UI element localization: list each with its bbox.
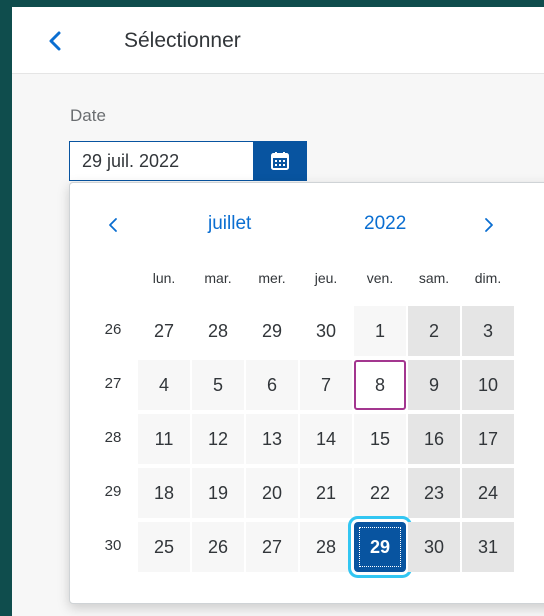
weekday-header: ven. — [366, 270, 394, 286]
day-cell[interactable]: 27 — [246, 522, 298, 572]
weekday-header: lun. — [152, 270, 176, 286]
day-cell[interactable]: 30 — [408, 522, 460, 572]
day-cell[interactable]: 31 — [462, 522, 514, 572]
day-cell[interactable]: 19 — [192, 468, 244, 518]
back-button[interactable] — [44, 29, 68, 53]
day-cell[interactable]: 3 — [462, 306, 514, 356]
month-button[interactable]: juillet — [208, 213, 251, 235]
day-cell[interactable]: 21 — [300, 468, 352, 518]
selected-day[interactable]: 29 — [354, 522, 406, 572]
next-month-button[interactable] — [476, 213, 500, 237]
day-cell[interactable]: 1 — [354, 306, 406, 356]
week-number: 29 — [104, 483, 122, 500]
page-header: Sélectionner — [12, 7, 544, 74]
chevron-right-icon — [485, 218, 493, 232]
day-cell[interactable]: 14 — [300, 414, 352, 464]
day-cell[interactable]: 26 — [192, 522, 244, 572]
day-cell[interactable]: 20 — [246, 468, 298, 518]
weekday-header: mer. — [258, 270, 286, 286]
day-cell[interactable]: 16 — [408, 414, 460, 464]
day-cell[interactable]: 12 — [192, 414, 244, 464]
day-cell[interactable]: 13 — [246, 414, 298, 464]
day-cell[interactable]: 22 — [354, 468, 406, 518]
day-cell[interactable]: 6 — [246, 360, 298, 410]
day-cell[interactable]: 5 — [192, 360, 244, 410]
week-number: 30 — [104, 537, 122, 554]
weekday-header: sam. — [418, 270, 450, 286]
day-cell[interactable]: 24 — [462, 468, 514, 518]
day-cell[interactable]: 15 — [354, 414, 406, 464]
day-cell[interactable]: 27 — [138, 306, 190, 356]
day-cell[interactable]: 28 — [192, 306, 244, 356]
day-cell[interactable]: 11 — [138, 414, 190, 464]
week-number: 26 — [104, 321, 122, 338]
day-cell[interactable]: 30 — [300, 306, 352, 356]
date-label: Date — [70, 106, 106, 125]
calendar-popover: juillet 2022 lun. mar. mer. jeu. ven. sa… — [69, 182, 544, 604]
chevron-left-icon — [49, 31, 61, 51]
year-button[interactable]: 2022 — [364, 213, 406, 235]
today-day[interactable]: 8 — [354, 360, 406, 410]
day-cell[interactable]: 28 — [300, 522, 352, 572]
day-cell[interactable]: 7 — [300, 360, 352, 410]
week-number: 27 — [104, 375, 122, 392]
week-number: 28 — [104, 429, 122, 446]
chevron-left-icon — [109, 218, 117, 232]
day-cell[interactable]: 25 — [138, 522, 190, 572]
calendar-icon — [271, 152, 289, 170]
day-cell[interactable]: 17 — [462, 414, 514, 464]
date-input[interactable]: 29 juil. 2022 — [69, 141, 253, 181]
weekday-header: dim. — [474, 270, 502, 286]
weekday-header: mar. — [204, 270, 232, 286]
previous-month-button[interactable] — [102, 213, 126, 237]
day-cell[interactable]: 4 — [138, 360, 190, 410]
calendar-button[interactable] — [253, 141, 307, 181]
day-cell[interactable]: 2 — [408, 306, 460, 356]
weekday-header: jeu. — [314, 270, 338, 286]
day-cell[interactable]: 29 — [246, 306, 298, 356]
day-cell[interactable]: 10 — [462, 360, 514, 410]
day-cell[interactable]: 9 — [408, 360, 460, 410]
page-title: Sélectionner — [124, 29, 241, 52]
day-cell[interactable]: 18 — [138, 468, 190, 518]
day-cell[interactable]: 23 — [408, 468, 460, 518]
